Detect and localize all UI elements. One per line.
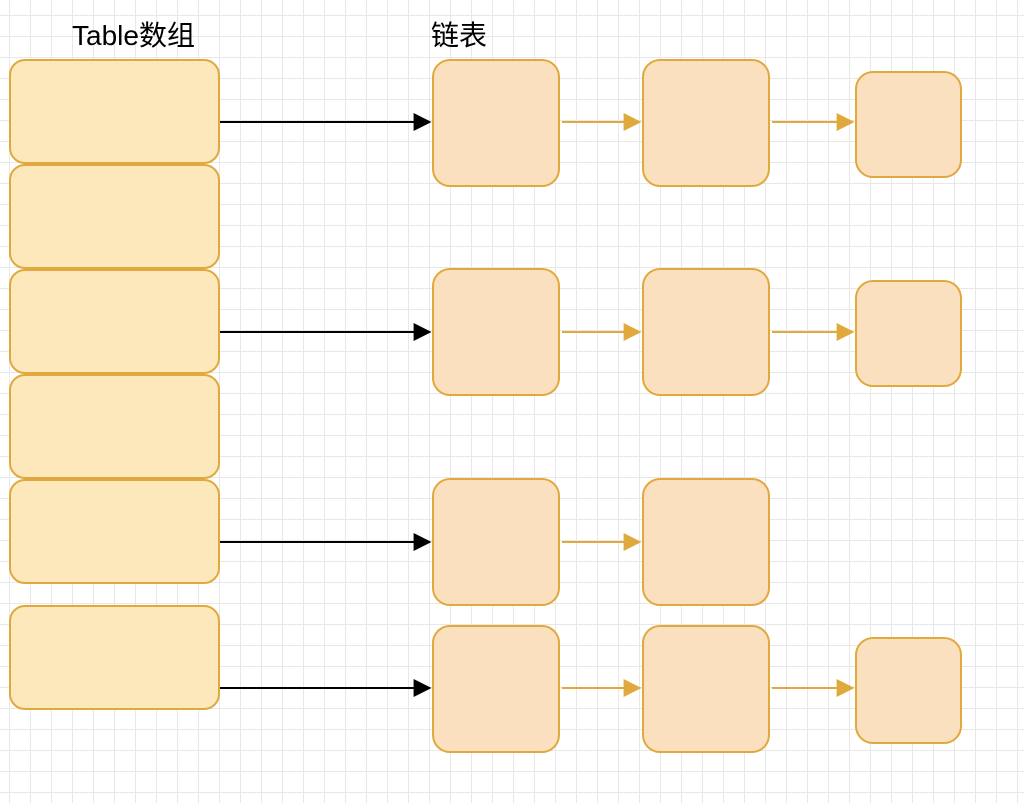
list-node-8: [432, 625, 560, 753]
list-node-6: [432, 478, 560, 606]
list-node-2: [855, 71, 962, 178]
list-node-5: [855, 280, 962, 387]
linked-list-label: 链表: [431, 14, 487, 54]
list-node-0: [432, 59, 560, 187]
table-cell-5: [9, 605, 220, 710]
table-cell-0: [9, 59, 220, 164]
list-node-1: [642, 59, 770, 187]
list-node-4: [642, 268, 770, 396]
table-cell-1: [9, 164, 220, 269]
table-cell-2: [9, 269, 220, 374]
list-node-10: [855, 637, 962, 744]
list-node-9: [642, 625, 770, 753]
table-cell-4: [9, 479, 220, 584]
list-node-7: [642, 478, 770, 606]
table-array-label: Table数组: [72, 14, 195, 54]
list-node-3: [432, 268, 560, 396]
table-cell-3: [9, 374, 220, 479]
